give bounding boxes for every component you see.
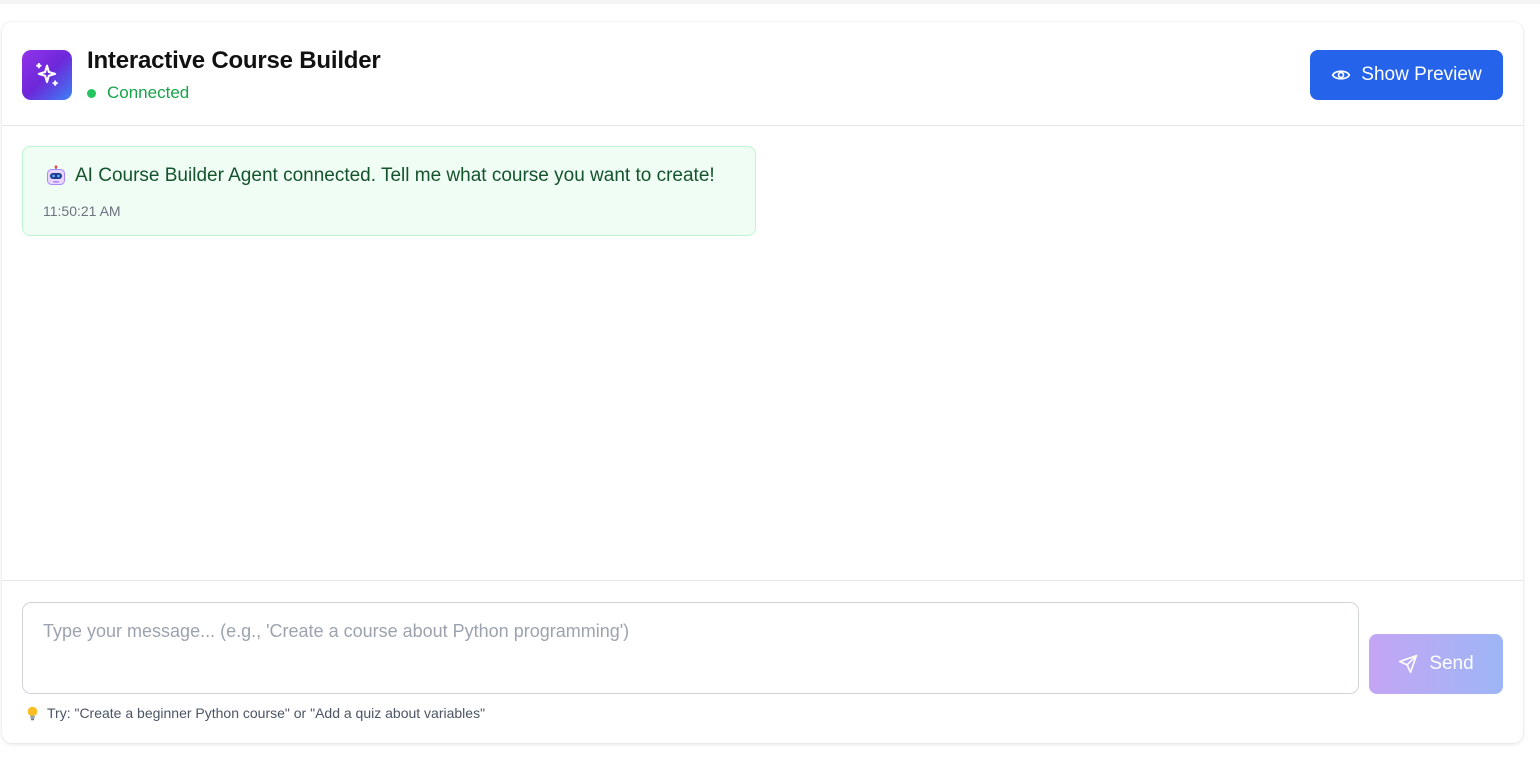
send-icon [1398,654,1429,674]
message-text: AI Course Builder Agent connected. Tell … [75,165,715,186]
hint-text: Try: "Create a beginner Python course" o… [47,705,486,721]
app-logo [22,50,72,100]
input-hint: Try: "Create a beginner Python course" o… [26,705,485,721]
message-body: AI Course Builder Agent connected. Tell … [45,165,715,187]
connection-status: Connected [87,83,189,103]
send-button[interactable]: Send [1369,634,1503,694]
show-preview-label: Show Preview [1361,64,1482,85]
app-title: Interactive Course Builder [87,47,381,74]
chat-panel: Interactive Course Builder Connected Sho… [2,22,1523,743]
status-dot-icon [87,88,96,98]
message-input[interactable] [22,602,1359,694]
eye-icon [1331,65,1361,85]
show-preview-button[interactable]: Show Preview [1310,50,1503,100]
system-message: AI Course Builder Agent connected. Tell … [22,146,756,236]
message-list: AI Course Builder Agent connected. Tell … [2,126,1523,580]
sparkles-icon [33,61,61,89]
lightbulb-icon [26,706,39,721]
composer: Send Try: "Create a beginner Python cour… [2,580,1523,743]
robot-icon [45,165,67,187]
message-timestamp: 11:50:21 AM [43,203,121,219]
status-label: Connected [107,83,190,102]
send-label: Send [1429,653,1474,674]
chat-header: Interactive Course Builder Connected Sho… [2,22,1523,126]
top-divider [0,0,1540,4]
